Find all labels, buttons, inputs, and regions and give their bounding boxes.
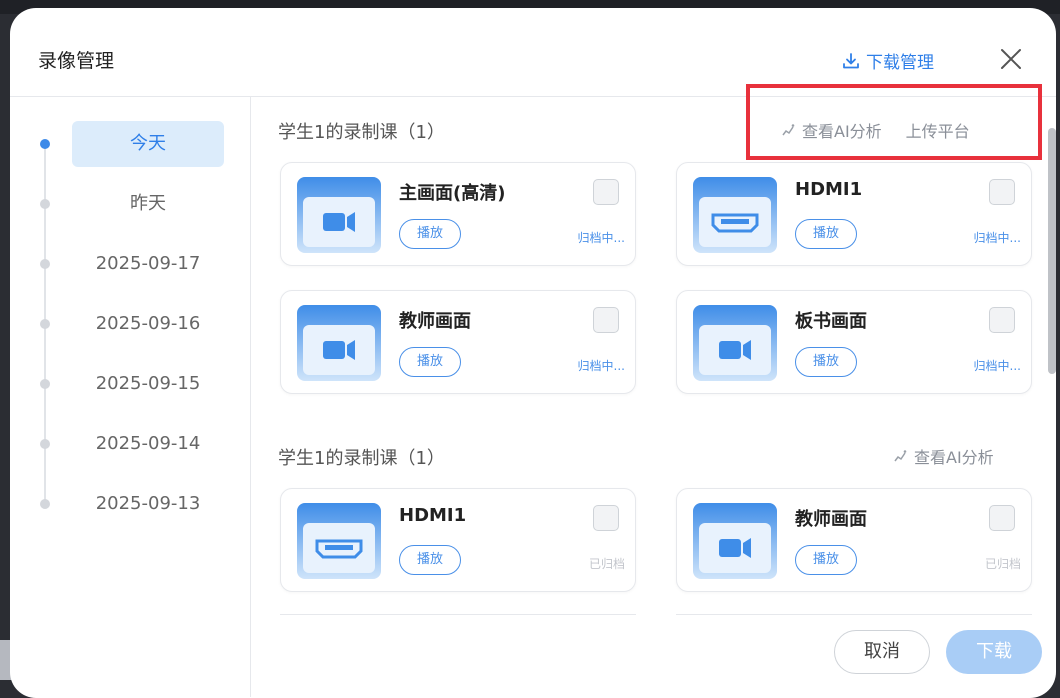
play-button[interactable]: 播放 xyxy=(399,347,461,377)
select-checkbox[interactable] xyxy=(593,179,619,205)
recording-card[interactable]: 教师画面 播放 归档中... xyxy=(280,290,636,394)
archive-status: 已归档 xyxy=(588,557,625,571)
select-checkbox[interactable] xyxy=(989,505,1015,531)
play-button[interactable]: 播放 xyxy=(795,219,857,249)
card-edge xyxy=(676,614,1032,615)
date-item-2025-09-15[interactable]: 2025-09-15 xyxy=(72,361,224,407)
timeline-dot xyxy=(40,499,50,509)
recording-management-dialog: 录像管理 下载管理 今天 昨天 2025-09-17 2025-09-16 20… xyxy=(10,8,1056,698)
sidebar-divider xyxy=(250,97,251,697)
select-checkbox[interactable] xyxy=(593,505,619,531)
archive-status: 归档中... xyxy=(577,359,625,373)
video-camera-icon xyxy=(693,503,777,579)
play-button[interactable]: 播放 xyxy=(399,219,461,249)
play-button[interactable]: 播放 xyxy=(795,347,857,377)
video-camera-icon xyxy=(297,305,381,381)
download-icon xyxy=(843,52,859,68)
play-button[interactable]: 播放 xyxy=(399,545,461,575)
date-item-2025-09-16[interactable]: 2025-09-16 xyxy=(72,301,224,347)
cancel-button[interactable]: 取消 xyxy=(834,630,930,674)
recording-name: HDMI1 xyxy=(399,505,467,526)
recording-card[interactable]: HDMI1 播放 已归档 xyxy=(280,488,636,592)
view-ai-analysis-button[interactable]: 查看AI分析 xyxy=(892,444,994,468)
timeline-dot-active xyxy=(40,139,50,149)
video-camera-icon xyxy=(297,177,381,253)
recording-card[interactable]: 教师画面 播放 已归档 xyxy=(676,488,1032,592)
archive-status: 归档中... xyxy=(577,231,625,245)
download-button[interactable]: 下载 xyxy=(946,630,1042,674)
hdmi-icon xyxy=(297,503,381,579)
timeline-dot xyxy=(40,379,50,389)
select-checkbox[interactable] xyxy=(989,179,1015,205)
date-item-2025-09-14[interactable]: 2025-09-14 xyxy=(72,421,224,467)
select-checkbox[interactable] xyxy=(989,307,1015,333)
download-manage-link[interactable]: 下载管理 xyxy=(842,48,934,73)
recording-name: 主画面(高清) xyxy=(399,183,506,204)
date-item-2025-09-17[interactable]: 2025-09-17 xyxy=(72,241,224,287)
recording-name: 板书画面 xyxy=(795,311,867,332)
timeline-dot xyxy=(40,199,50,209)
play-button[interactable]: 播放 xyxy=(795,545,857,575)
section-title: 学生1的录制课（1） xyxy=(278,448,445,469)
select-checkbox[interactable] xyxy=(593,307,619,333)
date-item-yesterday[interactable]: 昨天 xyxy=(72,181,224,227)
download-manage-label: 下载管理 xyxy=(866,53,934,73)
video-camera-icon xyxy=(693,305,777,381)
archive-status: 归档中... xyxy=(973,231,1021,245)
hdmi-icon xyxy=(693,177,777,253)
scrollbar-thumb[interactable] xyxy=(1048,128,1056,374)
timeline-dot xyxy=(40,319,50,329)
close-icon[interactable] xyxy=(996,44,1026,74)
date-item-today[interactable]: 今天 xyxy=(72,121,224,167)
recording-name: HDMI1 xyxy=(795,179,863,200)
ai-analysis-icon xyxy=(894,450,907,462)
highlight-box xyxy=(746,84,1042,160)
section-actions: 查看AI分析 xyxy=(892,444,994,468)
archive-status: 归档中... xyxy=(973,359,1021,373)
dialog-title: 录像管理 xyxy=(38,50,115,72)
recording-card[interactable]: 主画面(高清) 播放 归档中... xyxy=(280,162,636,266)
recording-name: 教师画面 xyxy=(795,509,867,530)
recording-card[interactable]: HDMI1 播放 归档中... xyxy=(676,162,1032,266)
date-item-2025-09-13[interactable]: 2025-09-13 xyxy=(72,481,224,527)
timeline-dot xyxy=(40,439,50,449)
section-title: 学生1的录制课（1） xyxy=(278,122,445,143)
recording-card[interactable]: 板书画面 播放 归档中... xyxy=(676,290,1032,394)
recording-name: 教师画面 xyxy=(399,311,471,332)
timeline-dot xyxy=(40,259,50,269)
archive-status: 已归档 xyxy=(984,557,1021,571)
card-edge xyxy=(280,614,636,615)
view-ai-analysis-label: 查看AI分析 xyxy=(914,448,994,467)
